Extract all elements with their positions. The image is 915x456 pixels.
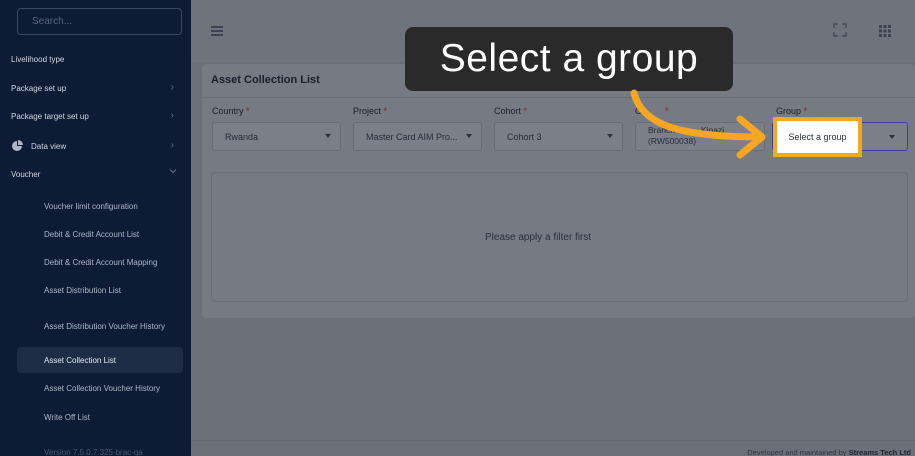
group-select-placeholder[interactable]: Select a group	[773, 117, 862, 157]
caret-down-icon	[607, 134, 613, 138]
country-label: Country *	[212, 106, 250, 116]
chevron-right-icon: ›	[170, 140, 174, 151]
chevron-down-icon	[169, 169, 177, 174]
sidebar-item-write-off-list[interactable]: Write Off List	[0, 404, 191, 430]
footer-credit: Developed and maintained by Streams Tech…	[747, 448, 911, 456]
apps-grid-icon[interactable]	[879, 25, 891, 37]
caret-down-icon	[466, 134, 472, 138]
sidebar-item-asset-distribution-list[interactable]: Asset Distribution List	[0, 277, 191, 303]
sidebar-item-asset-distribution-voucher-history[interactable]: Asset Distribution Voucher History	[0, 307, 175, 345]
guide-tooltip: Select a group	[405, 27, 733, 91]
sidebar-item-label: Voucher	[11, 169, 41, 179]
sidebar-item-label: Asset Collection Voucher History	[44, 383, 161, 393]
sidebar-item-voucher[interactable]: Voucher	[0, 161, 191, 187]
empty-state-message: Please apply a filter first	[485, 232, 592, 243]
footer: Developed and maintained by Streams Tech…	[191, 440, 915, 456]
sidebar: Livelihood type Package set up › Package…	[0, 0, 191, 456]
sidebar-item-label: Asset Distribution List	[44, 285, 121, 295]
country-value: Rwanda	[225, 131, 259, 142]
sidebar-item-package-target-set-up[interactable]: Package target set up ›	[0, 103, 191, 129]
sidebar-item-debit-credit-account-list[interactable]: Debit & Credit Account List	[0, 221, 191, 247]
sidebar-item-livelihood-type[interactable]: Livelihood type	[0, 46, 191, 72]
sidebar-item-label: Package set up	[11, 83, 67, 93]
chevron-right-icon: ›	[170, 82, 174, 93]
project-label: Project *	[353, 106, 388, 116]
page-title: Asset Collection List	[211, 74, 320, 86]
app-version: Version 7.5.0.7.325-brac-qa	[44, 448, 143, 456]
fullscreen-icon[interactable]	[833, 23, 847, 37]
sidebar-search[interactable]	[17, 8, 182, 35]
sidebar-item-label: Data view	[31, 141, 67, 151]
project-value: Master Card AIM Pro...	[366, 131, 458, 142]
sidebar-item-label: Debit & Credit Account Mapping	[44, 257, 158, 267]
guide-arrow-icon	[630, 89, 766, 159]
project-select[interactable]: Master Card AIM Pro...	[353, 122, 482, 151]
sidebar-item-package-set-up[interactable]: Package set up ›	[0, 75, 191, 101]
sidebar-item-label: Package target set up	[11, 111, 89, 121]
divider	[202, 97, 915, 98]
sidebar-item-label: Livelihood type	[11, 54, 65, 64]
search-input[interactable]	[18, 9, 181, 34]
caret-down-icon	[325, 134, 331, 138]
cohort-select[interactable]: Cohort 3	[494, 122, 623, 151]
group-label: Group *	[776, 106, 808, 116]
sidebar-item-asset-collection-voucher-history[interactable]: Asset Collection Voucher History	[0, 375, 191, 401]
sidebar-item-asset-collection-list[interactable]: Asset Collection List	[17, 347, 183, 373]
sidebar-item-data-view[interactable]: Data view ›	[0, 133, 191, 159]
sidebar-item-debit-credit-account-mapping[interactable]: Debit & Credit Account Mapping	[0, 249, 191, 275]
sidebar-item-label: Write Off List	[44, 412, 90, 422]
menu-toggle-icon[interactable]	[211, 26, 223, 36]
sidebar-item-voucher-limit-configuration[interactable]: Voucher limit configuration	[0, 193, 191, 219]
caret-down-icon	[889, 135, 895, 139]
sidebar-item-label: Asset Collection List	[44, 355, 117, 365]
pie-chart-icon	[12, 140, 23, 151]
sidebar-item-label: Voucher limit configuration	[44, 201, 138, 211]
sidebar-item-label: Asset Distribution Voucher History	[44, 321, 165, 331]
cohort-value: Cohort 3	[507, 131, 542, 142]
country-select[interactable]: Rwanda	[212, 122, 341, 151]
chevron-right-icon: ›	[170, 110, 174, 121]
sidebar-item-label: Debit & Credit Account List	[44, 229, 140, 239]
cohort-label: Cohort *	[494, 106, 528, 116]
